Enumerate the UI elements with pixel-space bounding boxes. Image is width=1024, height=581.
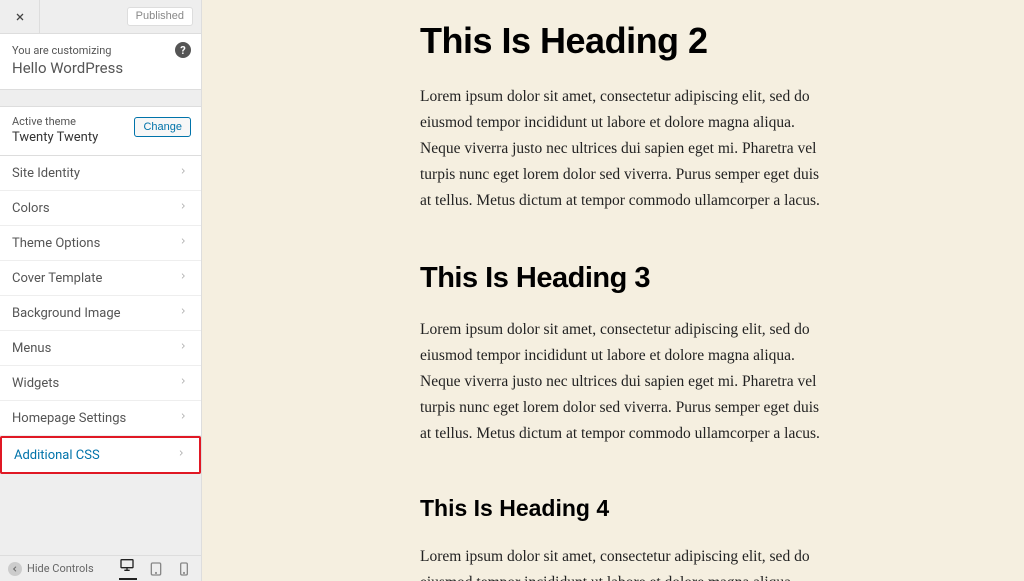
spacer (0, 90, 201, 106)
hide-controls-button[interactable]: Hide Controls (8, 562, 94, 576)
publish-button[interactable]: Published (127, 7, 193, 26)
close-button[interactable] (0, 0, 40, 34)
section-item-label: Site Identity (12, 166, 80, 181)
section-item-label: Cover Template (12, 271, 102, 286)
spacer-fill (0, 474, 201, 555)
sidebar-topbar: Published (0, 0, 201, 34)
paragraph: Lorem ipsum dolor sit amet, consectetur … (420, 317, 820, 447)
section-item[interactable]: Site Identity (0, 156, 201, 191)
section-item[interactable]: Widgets (0, 366, 201, 401)
section-item-label: Additional CSS (14, 448, 100, 463)
active-theme-block: Active theme Twenty Twenty Change (0, 106, 201, 156)
section-item[interactable]: Cover Template (0, 261, 201, 296)
chevron-right-icon (179, 375, 187, 391)
page-content: This Is Heading 2 Lorem ipsum dolor sit … (420, 20, 980, 581)
heading-4: This Is Heading 4 (420, 495, 980, 522)
device-mobile-button[interactable] (175, 557, 193, 580)
heading-3: This Is Heading 3 (420, 262, 980, 295)
chevron-right-icon (179, 305, 187, 321)
change-theme-button[interactable]: Change (134, 117, 191, 137)
paragraph: Lorem ipsum dolor sit amet, consectetur … (420, 544, 820, 581)
chevron-right-icon (177, 447, 185, 463)
customizing-label: You are customizing (12, 44, 189, 57)
section-item-label: Background Image (12, 306, 121, 321)
site-title: Hello WordPress (12, 59, 189, 77)
hide-controls-label: Hide Controls (27, 562, 94, 575)
desktop-icon (119, 557, 135, 573)
mobile-icon (176, 561, 192, 577)
chevron-right-icon (179, 410, 187, 426)
section-item[interactable]: Menus (0, 331, 201, 366)
customizing-info: You are customizing Hello WordPress ? (0, 34, 201, 90)
tablet-icon (148, 561, 164, 577)
section-item-label: Widgets (12, 376, 59, 391)
chevron-right-icon (179, 235, 187, 251)
section-item-label: Theme Options (12, 236, 100, 251)
section-item[interactable]: Homepage Settings (0, 401, 201, 436)
section-item-label: Homepage Settings (12, 411, 126, 426)
paragraph: Lorem ipsum dolor sit amet, consectetur … (420, 84, 820, 214)
chevron-right-icon (179, 200, 187, 216)
device-desktop-button[interactable] (119, 557, 137, 580)
device-tablet-button[interactable] (147, 557, 165, 580)
help-button[interactable]: ? (175, 42, 191, 58)
section-item[interactable]: Theme Options (0, 226, 201, 261)
customizer-sidebar: Published You are customizing Hello Word… (0, 0, 202, 581)
close-icon (14, 11, 26, 23)
heading-2: This Is Heading 2 (420, 20, 980, 62)
section-item[interactable]: Additional CSS (0, 436, 201, 474)
chevron-right-icon (179, 340, 187, 356)
device-preview-buttons (119, 557, 193, 580)
chevron-right-icon (179, 165, 187, 181)
section-item-label: Menus (12, 341, 51, 356)
section-item[interactable]: Colors (0, 191, 201, 226)
collapse-icon (8, 562, 22, 576)
preview-pane[interactable]: This Is Heading 2 Lorem ipsum dolor sit … (202, 0, 1024, 581)
sections-list: Site Identity Colors Theme Options Cover Te… (0, 156, 201, 474)
section-item[interactable]: Background Image (0, 296, 201, 331)
sidebar-footer: Hide Controls (0, 555, 201, 581)
chevron-right-icon (179, 270, 187, 286)
section-item-label: Colors (12, 201, 50, 216)
